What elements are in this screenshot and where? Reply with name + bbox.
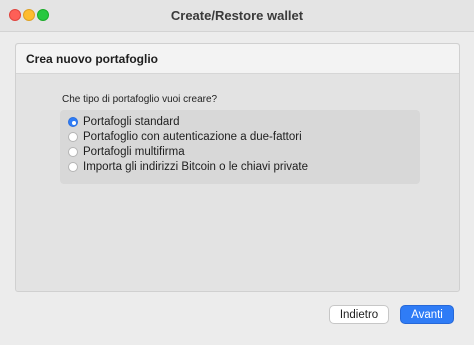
wallet-type-panel: Crea nuovo portafoglio Che tipo di porta… bbox=[15, 43, 460, 292]
option-label: Portafoglio con autenticazione a due-fat… bbox=[83, 131, 302, 143]
panel-title: Crea nuovo portafoglio bbox=[26, 52, 158, 66]
radio-two-factor-wallet[interactable] bbox=[68, 132, 78, 142]
title-bar: Create/Restore wallet bbox=[0, 0, 474, 32]
wallet-type-question: Che tipo di portafoglio vuoi creare? bbox=[62, 94, 218, 105]
wallet-window: Create/Restore wallet Crea nuovo portafo… bbox=[0, 0, 474, 345]
option-import-keys[interactable]: Importa gli indirizzi Bitcoin o le chiav… bbox=[68, 160, 308, 174]
back-button[interactable]: Indietro bbox=[329, 305, 389, 324]
window-title: Create/Restore wallet bbox=[170, 8, 304, 23]
radio-multisig-wallet[interactable] bbox=[68, 147, 78, 157]
option-label: Portafogli standard bbox=[83, 116, 180, 128]
option-multisig-wallet[interactable]: Portafogli multifirma bbox=[68, 145, 185, 159]
option-two-factor-wallet[interactable]: Portafoglio con autenticazione a due-fat… bbox=[68, 130, 302, 144]
radio-standard-wallet[interactable] bbox=[68, 117, 78, 127]
option-standard-wallet[interactable]: Portafogli standard bbox=[68, 115, 180, 129]
next-button[interactable]: Avanti bbox=[400, 305, 454, 324]
panel-header: Crea nuovo portafoglio bbox=[16, 44, 459, 74]
wallet-type-options: Portafogli standard Portafoglio con aute… bbox=[60, 110, 420, 184]
option-label: Importa gli indirizzi Bitcoin o le chiav… bbox=[83, 161, 308, 173]
radio-import-keys[interactable] bbox=[68, 162, 78, 172]
option-label: Portafogli multifirma bbox=[83, 146, 185, 158]
